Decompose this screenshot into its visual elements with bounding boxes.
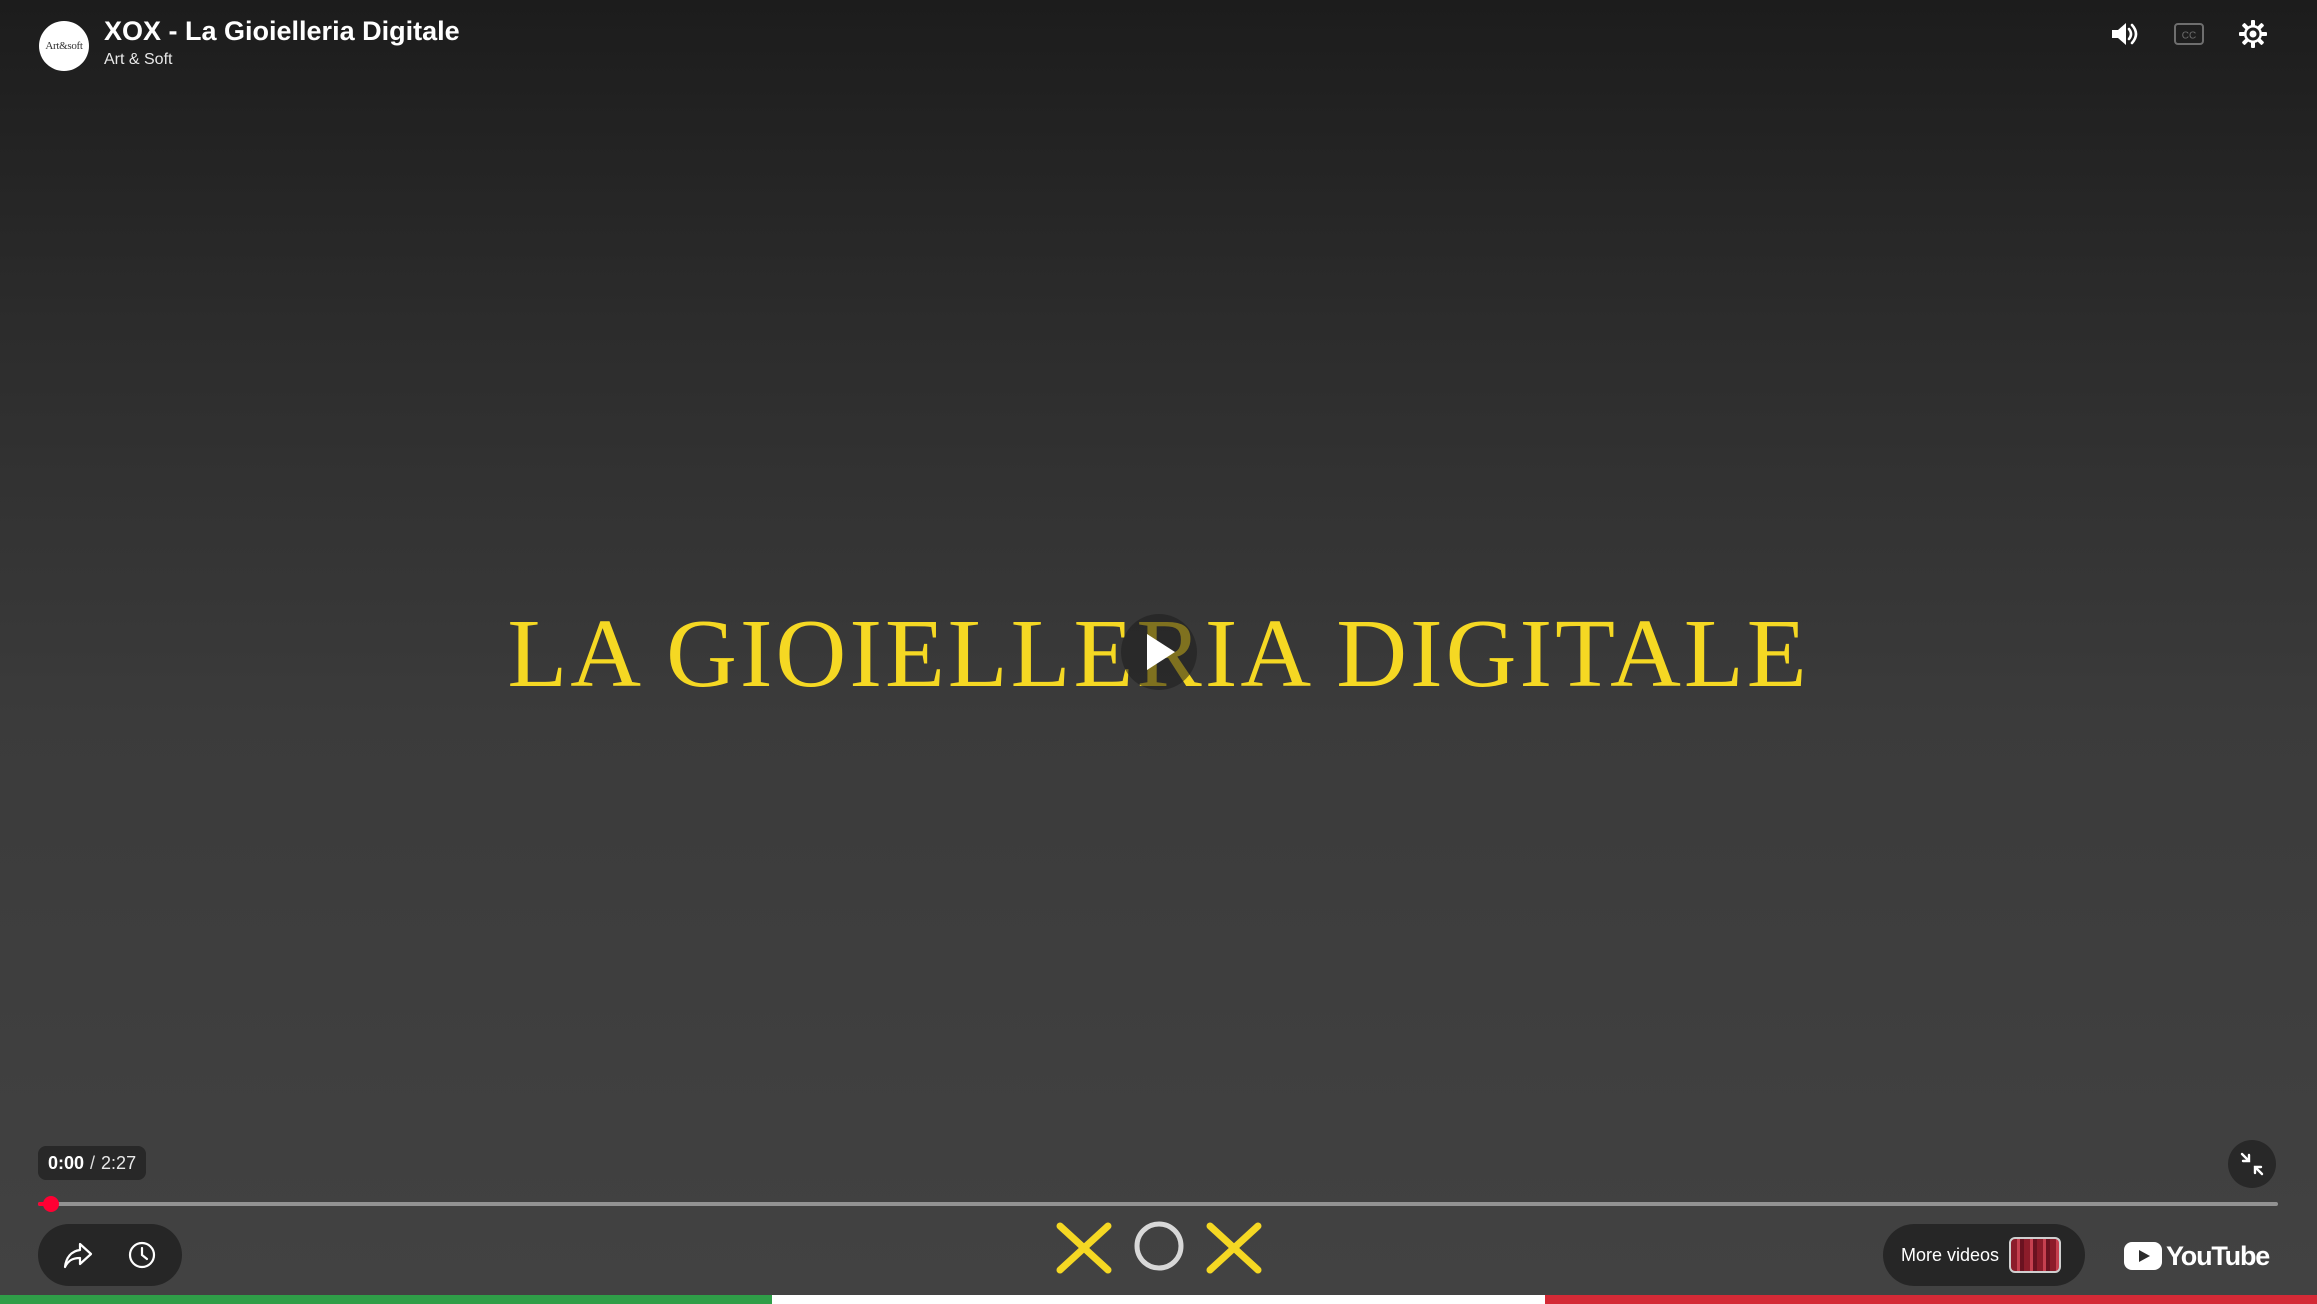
xox-logo-letter-o [1134, 1221, 1184, 1271]
left-controls [38, 1224, 182, 1286]
channel-name[interactable]: Art & Soft [104, 51, 172, 69]
play-icon [1147, 634, 1175, 670]
play-button[interactable] [1121, 614, 1197, 690]
clock-icon[interactable] [120, 1233, 164, 1277]
more-videos-label: More videos [1901, 1244, 2000, 1265]
more-videos-thumbnail [2009, 1237, 2062, 1273]
flag-green-segment [0, 1295, 773, 1304]
youtube-wordmark: YouTube [2166, 1240, 2270, 1271]
youtube-play-icon [2124, 1242, 2162, 1270]
flag-red-segment [1544, 1295, 2317, 1304]
youtube-logo[interactable]: YouTube [2124, 1238, 2270, 1274]
video-player[interactable]: Art&soft XOX - La Gioielleria Digitale A… [0, 0, 2317, 1304]
more-videos-button[interactable]: More videos [1883, 1224, 2085, 1286]
channel-avatar[interactable]: Art&soft [39, 21, 89, 71]
progress-bar[interactable] [38, 1196, 2278, 1212]
gear-icon[interactable] [2233, 14, 2273, 54]
volume-icon[interactable] [2104, 14, 2144, 54]
exit-fullscreen-button[interactable] [2228, 1140, 2276, 1188]
exit-fullscreen-icon [2240, 1152, 2264, 1176]
flag-strip [0, 1295, 2317, 1304]
time-separator: / [90, 1152, 96, 1173]
xox-logo-letter-x [1056, 1222, 1112, 1274]
current-time: 0:00 [48, 1152, 85, 1173]
channel-avatar-text: Art&soft [45, 40, 83, 52]
share-icon[interactable] [56, 1233, 100, 1277]
svg-text:CC: CC [2182, 31, 2196, 42]
flag-white-segment [772, 1295, 1545, 1304]
time-display: 0:00 / 2:27 [38, 1146, 147, 1180]
top-bar: Art&soft XOX - La Gioielleria Digitale A… [0, 0, 2317, 110]
xox-logo-letter-x [1206, 1222, 1262, 1274]
progress-scrubber-handle[interactable] [43, 1196, 60, 1212]
video-duration: 2:27 [101, 1152, 137, 1173]
video-title[interactable]: XOX - La Gioielleria Digitale [104, 16, 460, 47]
xox-logo [1056, 1221, 1262, 1274]
cc-icon[interactable]: CC [2169, 14, 2209, 54]
